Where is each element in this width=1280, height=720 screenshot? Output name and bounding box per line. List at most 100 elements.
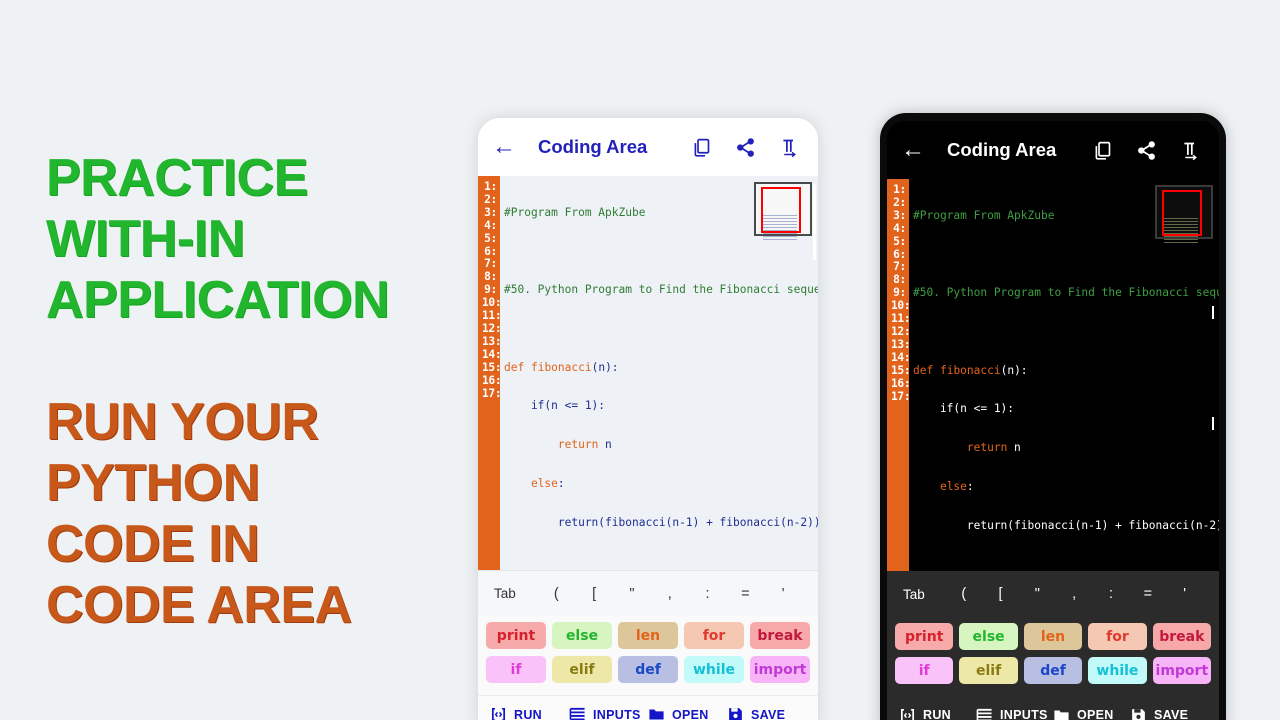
keyword-chip-for[interactable]: for	[1088, 623, 1147, 650]
code-editor-dark[interactable]: 1: 2: 3: 4: 5: 6: 7: 8: 9: 10: 11: 12: 1…	[887, 179, 1219, 571]
code-brackets-icon	[490, 706, 507, 720]
list-input-icon	[569, 706, 586, 720]
code-line: #50. Python Program to Find the Fibonacc…	[504, 283, 818, 297]
keyword-chip-def[interactable]: def	[618, 656, 678, 683]
keyword-chip-print[interactable]: print	[895, 623, 954, 650]
format-paragraph-icon[interactable]	[1180, 140, 1201, 161]
keyword-chip-else[interactable]: else	[959, 623, 1018, 650]
symbol-key-bracket[interactable]: [	[575, 586, 613, 602]
symbol-key-quote[interactable]: "	[613, 586, 651, 602]
line-number: 3:	[484, 205, 497, 219]
symbol-key-bracket[interactable]: [	[982, 586, 1019, 602]
editor-scrollbar[interactable]	[813, 176, 816, 570]
folder-icon	[648, 706, 665, 720]
keyword-chip-len[interactable]: len	[1023, 623, 1083, 650]
keyword-chip-for[interactable]: for	[684, 622, 744, 649]
run-label: RUN	[923, 708, 951, 720]
action-bar-light: RUN INPUTS OPEN SAVE	[478, 695, 818, 720]
code-editor-light[interactable]: 1: 2: 3: 4: 5: 6: 7: 8: 9: 10: 11: 12: 1…	[478, 176, 818, 570]
inputs-button[interactable]: INPUTS	[569, 706, 648, 720]
copy-icon[interactable]	[691, 137, 712, 158]
action-bar-dark: RUN INPUTS OPEN SAVE	[887, 696, 1219, 720]
copy-icon[interactable]	[1092, 140, 1113, 161]
line-number: 13:	[482, 334, 502, 348]
keyword-chip-if[interactable]: if	[895, 657, 954, 684]
symbol-key-colon[interactable]: :	[1093, 586, 1130, 602]
symbol-key-row-dark[interactable]: Tab ( [ " , : = '	[887, 571, 1219, 617]
list-input-icon	[976, 707, 993, 720]
folder-icon	[1053, 707, 1070, 720]
minimap-overlay[interactable]	[754, 182, 812, 240]
symbol-key-comma[interactable]: ,	[1056, 586, 1093, 602]
keyword-chip-panel-light: print else len for break if elif def whi…	[478, 616, 818, 695]
page-title: Coding Area	[538, 136, 648, 157]
run-button[interactable]: RUN	[899, 707, 976, 720]
minimap-viewport[interactable]	[761, 187, 801, 233]
symbol-key-tab[interactable]: Tab	[903, 587, 945, 602]
share-icon[interactable]	[735, 137, 756, 158]
keyword-chip-import[interactable]: import	[750, 656, 810, 683]
symbol-key-paren[interactable]: (	[945, 586, 982, 602]
keyword-chip-break[interactable]: break	[750, 622, 810, 649]
code-line: else:	[530, 476, 565, 490]
code-brackets-icon	[899, 707, 916, 720]
format-paragraph-icon[interactable]	[779, 137, 800, 158]
symbol-key-quote[interactable]: "	[1019, 586, 1056, 602]
line-number: 4:	[893, 221, 906, 235]
phone-light-theme: ← Coding Area 1: 2: 3: 4: 5: 6: 7: 8: 9:…	[478, 118, 818, 720]
keyword-chip-while[interactable]: while	[1088, 657, 1147, 684]
line-number: 2:	[893, 195, 906, 209]
keyword-chip-import[interactable]: import	[1152, 657, 1212, 684]
headline-green-line-2: WITH-IN	[46, 210, 245, 268]
code-line: return n	[557, 438, 612, 452]
minimap-overlay[interactable]	[1155, 185, 1213, 243]
symbol-key-apostrophe[interactable]: '	[1166, 586, 1203, 602]
line-number: 2:	[484, 192, 497, 206]
share-icon[interactable]	[1136, 140, 1157, 161]
code-line: return(fibonacci(n-1) + fibonacci(n-2))	[913, 518, 1219, 532]
code-text-area[interactable]: #Program From ApkZube #50. Python Progra…	[909, 179, 1219, 571]
page-title: Coding Area	[947, 139, 1057, 160]
save-button[interactable]: SAVE	[727, 706, 806, 720]
symbol-key-equals[interactable]: =	[726, 586, 764, 602]
symbol-key-comma[interactable]: ,	[651, 586, 689, 602]
line-number: 16:	[891, 376, 911, 390]
keyword-chip-elif[interactable]: elif	[959, 657, 1018, 684]
open-button[interactable]: OPEN	[648, 706, 727, 720]
keyword-chip-if[interactable]: if	[486, 656, 546, 683]
keyword-chip-print[interactable]: print	[486, 622, 546, 649]
back-arrow-icon[interactable]: ←	[901, 138, 935, 162]
open-button[interactable]: OPEN	[1053, 707, 1130, 720]
phone-dark-theme: ← Coding Area 1: 2: 3: 4: 5: 6: 7: 8: 9:…	[880, 113, 1226, 720]
run-button[interactable]: RUN	[490, 706, 569, 720]
code-line: def fibonacci(n):	[913, 363, 1028, 377]
symbol-key-apostrophe[interactable]: '	[764, 586, 802, 602]
back-arrow-icon[interactable]: ←	[492, 135, 526, 159]
keyword-chip-while[interactable]: while	[684, 656, 744, 683]
keyword-chip-break[interactable]: break	[1152, 623, 1212, 650]
symbol-key-row-light[interactable]: Tab ( [ " , : = '	[478, 570, 818, 616]
code-line: else:	[939, 479, 974, 493]
code-line: if(n <= 1):	[504, 399, 606, 413]
symbol-key-paren[interactable]: (	[537, 586, 575, 602]
symbol-key-equals[interactable]: =	[1129, 586, 1166, 602]
keyword-chip-elif[interactable]: elif	[552, 656, 612, 683]
code-line: return(fibonacci(n-1) + fibonacci(n-2))	[504, 515, 818, 529]
keyword-chip-len[interactable]: len	[618, 622, 678, 649]
app-bar-dark: ← Coding Area	[887, 121, 1219, 179]
inputs-label: INPUTS	[593, 707, 641, 720]
open-label: OPEN	[1077, 708, 1114, 720]
headline-orange-line-2: PYTHON	[46, 454, 260, 512]
minimap-viewport[interactable]	[1162, 190, 1202, 236]
symbol-key-colon[interactable]: :	[689, 586, 727, 602]
inputs-button[interactable]: INPUTS	[976, 707, 1053, 720]
keyword-chip-else[interactable]: else	[552, 622, 612, 649]
code-text-area[interactable]: #Program From ApkZube #50. Python Progra…	[500, 176, 818, 570]
line-number: 16:	[482, 373, 502, 387]
code-line: def fibonacci(n):	[504, 360, 619, 374]
save-button[interactable]: SAVE	[1130, 707, 1207, 720]
app-bar-light: ← Coding Area	[478, 118, 818, 176]
keyword-chip-def[interactable]: def	[1023, 657, 1083, 684]
symbol-key-tab[interactable]: Tab	[494, 586, 537, 601]
